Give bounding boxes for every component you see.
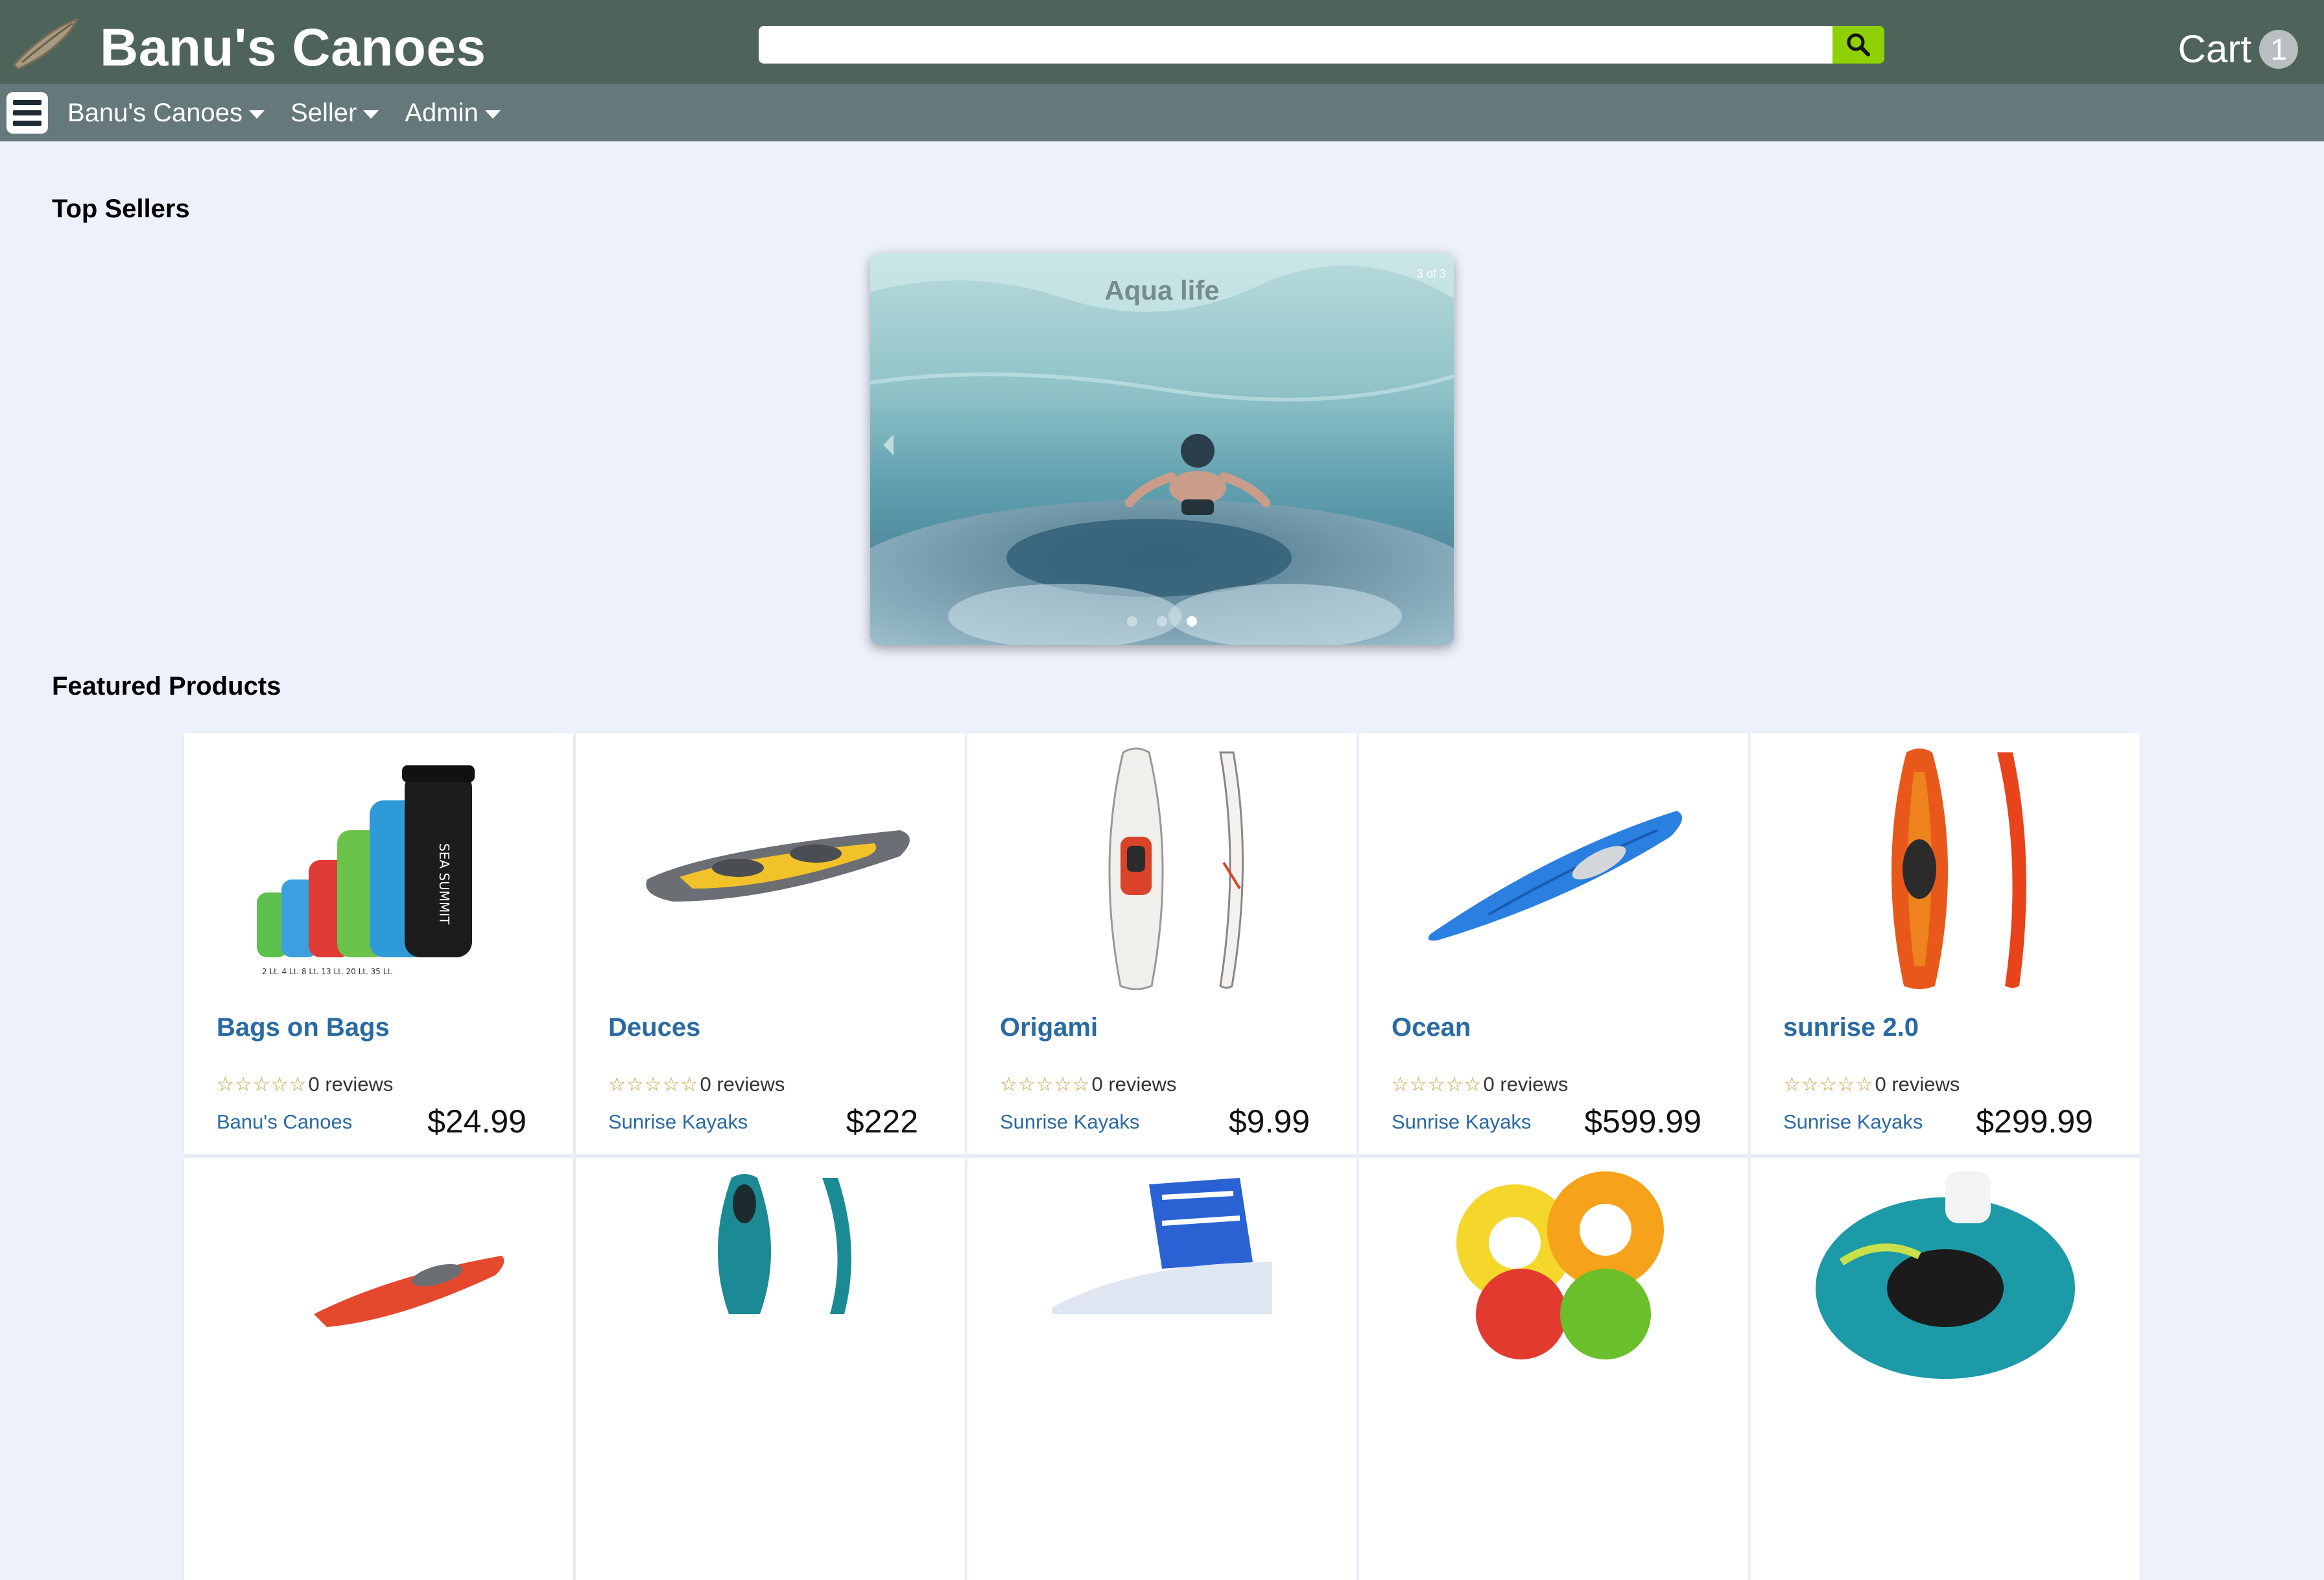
slide-image bbox=[870, 253, 1454, 645]
product-price: $222 bbox=[846, 1103, 918, 1140]
product-price: $24.99 bbox=[427, 1103, 527, 1140]
product-rating: ☆☆☆☆☆ 0 reviews bbox=[1783, 1073, 1960, 1096]
product-name[interactable]: Bags on Bags bbox=[217, 1013, 390, 1042]
carousel-dot-active[interactable] bbox=[1187, 616, 1197, 627]
nav-menu: Banu's Canoes Seller Admin bbox=[67, 84, 501, 141]
slide-counter: 3 of 3 bbox=[1416, 267, 1446, 280]
site-title[interactable]: Banu's Canoes bbox=[100, 16, 486, 80]
carousel-dot[interactable] bbox=[1127, 616, 1137, 627]
top-sellers-heading: Top Sellers bbox=[52, 195, 190, 223]
review-count: 0 reviews bbox=[1875, 1073, 1960, 1095]
review-count: 0 reviews bbox=[1091, 1073, 1177, 1095]
nav-item-banus-canoes[interactable]: Banu's Canoes bbox=[67, 99, 265, 128]
cart-count-badge: 1 bbox=[2259, 30, 2298, 69]
caret-down-icon bbox=[484, 110, 501, 119]
product-rating: ☆☆☆☆☆ 0 reviews bbox=[1392, 1073, 1568, 1096]
product-card[interactable]: Origami ☆☆☆☆☆ 0 reviews Sunrise Kayaks $… bbox=[967, 733, 1357, 1155]
cart-link[interactable]: Cart 1 bbox=[2178, 25, 2298, 74]
carousel-dots bbox=[870, 616, 1454, 627]
product-image-orange-kayak[interactable] bbox=[1751, 733, 2140, 992]
product-price: $599.99 bbox=[1584, 1103, 1702, 1140]
product-rating: ☆☆☆☆☆ 0 reviews bbox=[217, 1073, 393, 1096]
review-count: 0 reviews bbox=[1483, 1073, 1569, 1095]
product-image-pool-floats[interactable] bbox=[1359, 1158, 1748, 1418]
product-image-blue-kayak[interactable] bbox=[1359, 733, 1748, 992]
review-count: 0 reviews bbox=[700, 1073, 785, 1095]
product-seller-link[interactable]: Sunrise Kayaks bbox=[608, 1110, 748, 1134]
product-card[interactable]: SEA SUMMIT 2 Lt. 4 Lt. 8 Lt. 13 Lt. 20 L… bbox=[184, 733, 573, 1155]
product-name[interactable]: Origami bbox=[1000, 1013, 1098, 1042]
carousel-dot[interactable] bbox=[1157, 616, 1167, 627]
product-card[interactable]: Deuces ☆☆☆☆☆ 0 reviews Sunrise Kayaks $2… bbox=[576, 733, 965, 1155]
star-rating-icon: ☆☆☆☆☆ bbox=[1783, 1073, 1874, 1095]
product-image-red-kayak[interactable] bbox=[184, 1158, 573, 1418]
product-card[interactable] bbox=[1359, 1158, 1748, 1580]
nav-bar: Banu's Canoes Seller Admin bbox=[0, 84, 2324, 141]
product-image-dry-bags[interactable]: SEA SUMMIT 2 Lt. 4 Lt. 8 Lt. 13 Lt. 20 L… bbox=[184, 733, 573, 992]
product-image-folding-kayak[interactable] bbox=[967, 733, 1357, 992]
star-rating-icon: ☆☆☆☆☆ bbox=[1392, 1073, 1482, 1095]
product-image-blue-float[interactable] bbox=[967, 1158, 1357, 1418]
review-count: 0 reviews bbox=[308, 1073, 394, 1095]
product-image-inflatable-kayak[interactable] bbox=[576, 733, 965, 992]
star-rating-icon: ☆☆☆☆☆ bbox=[1000, 1073, 1091, 1095]
slide-caption: Aqua life bbox=[1104, 275, 1220, 305]
cart-label: Cart bbox=[2177, 27, 2251, 71]
product-seller-link[interactable]: Sunrise Kayaks bbox=[1392, 1110, 1531, 1134]
product-price: $9.99 bbox=[1228, 1103, 1310, 1140]
product-rating: ☆☆☆☆☆ 0 reviews bbox=[608, 1073, 785, 1096]
product-name[interactable]: Deuces bbox=[608, 1013, 700, 1042]
product-rating: ☆☆☆☆☆ 0 reviews bbox=[1000, 1073, 1176, 1096]
svg-text:SEA SUMMIT: SEA SUMMIT bbox=[436, 843, 452, 925]
nav-item-seller[interactable]: Seller bbox=[290, 99, 379, 128]
top-sellers-carousel[interactable]: Aqua life 3 of 3 bbox=[870, 253, 1454, 645]
product-card[interactable]: sunrise 2.0 ☆☆☆☆☆ 0 reviews Sunrise Kaya… bbox=[1751, 733, 2140, 1155]
site-header: Banu's Canoes Cart 1 bbox=[0, 0, 2324, 84]
product-seller-link[interactable]: Banu's Canoes bbox=[217, 1110, 352, 1134]
product-name[interactable]: Ocean bbox=[1392, 1013, 1471, 1042]
featured-products-heading: Featured Products bbox=[52, 672, 281, 700]
product-card[interactable] bbox=[576, 1158, 965, 1580]
product-card[interactable] bbox=[967, 1158, 1357, 1580]
product-price: $299.99 bbox=[1976, 1103, 2093, 1140]
nav-item-label: Seller bbox=[290, 98, 357, 127]
product-card[interactable] bbox=[184, 1158, 573, 1580]
hamburger-menu-icon[interactable] bbox=[6, 92, 48, 134]
product-name[interactable]: sunrise 2.0 bbox=[1783, 1013, 1919, 1042]
svg-text:2 Lt. 4 Lt. 8 Lt. 13 Lt.: 2 Lt. 4 Lt. 8 Lt. 13 Lt. 20 Lt. 35 Lt. bbox=[262, 967, 393, 976]
product-card[interactable]: Ocean ☆☆☆☆☆ 0 reviews Sunrise Kayaks $59… bbox=[1359, 733, 1748, 1155]
star-rating-icon: ☆☆☆☆☆ bbox=[217, 1073, 307, 1095]
product-card[interactable] bbox=[1751, 1158, 2140, 1580]
nav-item-label: Admin bbox=[405, 98, 479, 127]
search-button[interactable] bbox=[1832, 26, 1884, 64]
nav-item-label: Banu's Canoes bbox=[67, 98, 243, 127]
caret-down-icon bbox=[363, 110, 379, 119]
carousel-prev-arrow-icon[interactable] bbox=[883, 435, 894, 455]
product-seller-link[interactable]: Sunrise Kayaks bbox=[1783, 1110, 1923, 1134]
search-input[interactable] bbox=[759, 26, 1835, 64]
caret-down-icon bbox=[249, 110, 265, 119]
product-image-river-tube[interactable] bbox=[1751, 1158, 2140, 1418]
search-icon bbox=[1847, 33, 1870, 56]
product-seller-link[interactable]: Sunrise Kayaks bbox=[1000, 1110, 1139, 1134]
nav-item-admin[interactable]: Admin bbox=[405, 98, 501, 128]
product-image-teal-kayak[interactable] bbox=[576, 1158, 965, 1418]
canoe-logo-icon[interactable] bbox=[9, 14, 82, 73]
star-rating-icon: ☆☆☆☆☆ bbox=[608, 1073, 699, 1095]
